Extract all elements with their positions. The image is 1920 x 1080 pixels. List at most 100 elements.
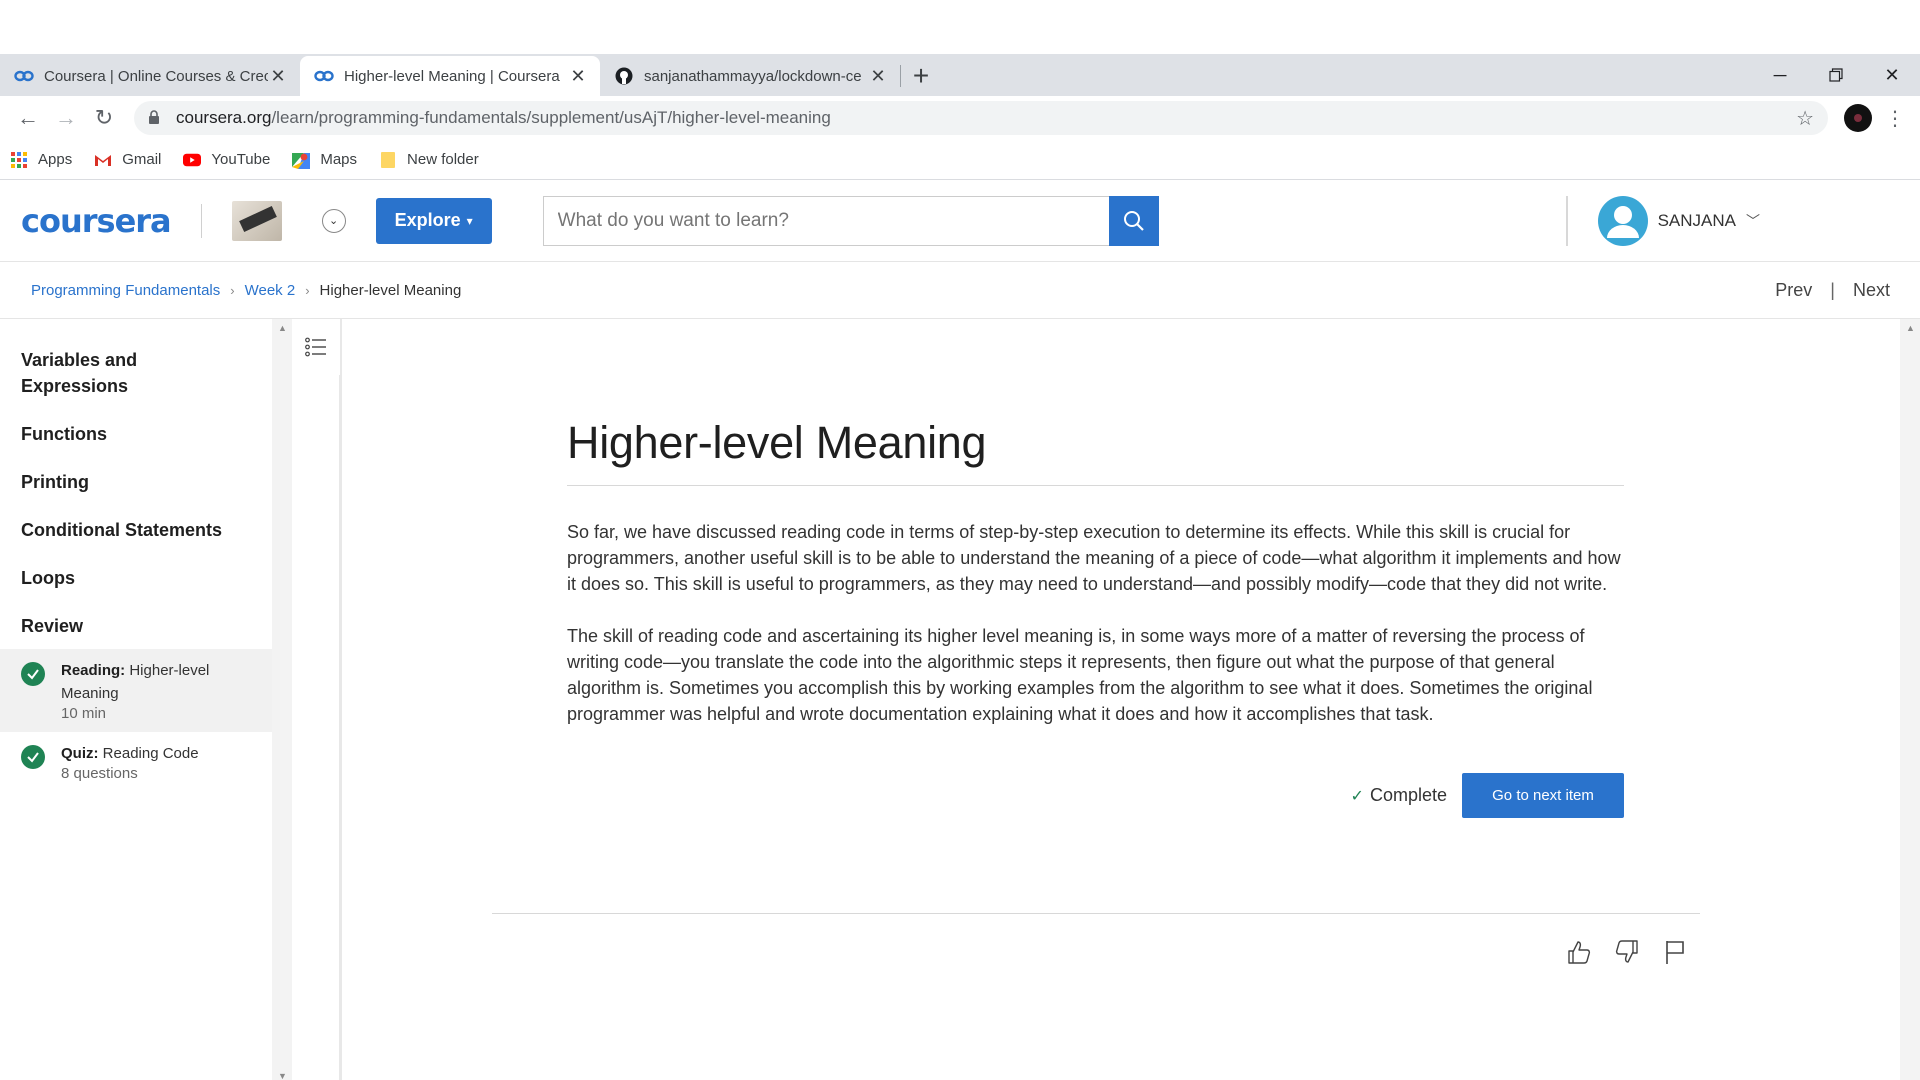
completed-check-icon <box>21 662 45 686</box>
github-icon <box>614 66 634 86</box>
sidebar-scrollbar[interactable]: ▲ ▼ <box>272 319 292 1080</box>
breadcrumb-current: Higher-level Meaning <box>319 281 462 299</box>
sidebar-module-loops[interactable]: Loops <box>0 561 272 595</box>
item-type: Reading: <box>61 662 126 679</box>
profile-avatar-icon[interactable] <box>1844 104 1872 132</box>
minimize-icon[interactable]: ─ <box>1752 54 1808 96</box>
bookmark-star-icon[interactable]: ☆ <box>1796 106 1814 131</box>
bookmark-maps[interactable]: Maps <box>292 151 357 169</box>
close-icon[interactable]: ✕ <box>568 66 588 86</box>
username: SANJANA <box>1657 211 1736 230</box>
browser-tab-higher-level-meaning[interactable]: Higher-level Meaning | Coursera ✕ <box>300 56 600 96</box>
close-icon[interactable]: ✕ <box>268 66 288 86</box>
sidebar-item-title: Reading: Higher-level Meaning <box>61 659 251 705</box>
sidebar-module-variables[interactable]: Variables and Expressions <box>0 343 160 403</box>
url-host: coursera.org <box>176 108 272 127</box>
tab-title: Coursera | Online Courses & Crec <box>44 67 268 85</box>
search-button[interactable] <box>1108 195 1159 246</box>
chevron-down-icon[interactable]: ⌄ <box>321 208 346 233</box>
bookmark-label: Gmail <box>122 151 162 168</box>
search-input[interactable] <box>542 195 1109 246</box>
window-top-margin <box>0 0 1920 54</box>
window-close-icon[interactable]: ✕ <box>1864 54 1920 96</box>
bookmark-apps[interactable]: Apps <box>10 151 72 169</box>
new-tab-button[interactable]: + <box>901 56 941 96</box>
next-link[interactable]: Next <box>1853 280 1890 301</box>
reading-actions: ✓ Complete Go to next item <box>567 773 1624 818</box>
course-thumbnail[interactable] <box>231 200 282 241</box>
flag-icon[interactable] <box>1660 937 1690 967</box>
go-to-next-item-button[interactable]: Go to next item <box>1462 773 1624 818</box>
complete-label: Complete <box>1369 785 1447 805</box>
forward-arrow-icon[interactable]: → <box>48 100 84 136</box>
item-meta: 10 min <box>61 705 107 722</box>
tab-title: sanjanathammayya/lockdown-ce <box>644 67 862 85</box>
bookmark-label: Apps <box>38 151 73 168</box>
sidebar-module-conditionals[interactable]: Conditional Statements <box>0 513 272 547</box>
browser-tab-coursera-home[interactable]: Coursera | Online Courses & Crec ✕ <box>0 56 300 96</box>
article: Higher-level Meaning So far, we have dis… <box>567 417 1624 818</box>
sidebar-module-functions[interactable]: Functions <box>0 417 272 451</box>
lock-icon <box>148 109 164 127</box>
sidebar-module-review[interactable]: Review <box>0 609 272 643</box>
article-paragraph: So far, we have discussed reading code i… <box>567 522 1621 594</box>
explore-label: Explore <box>394 210 461 230</box>
search-icon <box>1123 210 1144 231</box>
scroll-up-arrow-icon[interactable]: ▲ <box>1906 323 1915 333</box>
maps-icon <box>292 151 311 169</box>
page-scrollbar[interactable]: ▲ <box>1900 319 1920 1080</box>
browser-menu-icon[interactable]: ⋮ <box>1880 106 1910 131</box>
reading-content: Higher-level Meaning So far, we have dis… <box>342 319 1900 1080</box>
chevron-down-icon: ﹀ <box>1746 213 1760 229</box>
apps-grid-icon <box>10 151 28 169</box>
window-controls: ─ ✕ <box>1752 54 1920 96</box>
breadcrumb-week-link[interactable]: Week 2 <box>245 282 296 299</box>
coursera-logo[interactable]: coursera <box>21 202 172 240</box>
bookmark-label: Maps <box>320 151 358 168</box>
prev-next-separator: | <box>1830 279 1835 300</box>
restore-icon[interactable] <box>1808 54 1864 96</box>
bookmarks-bar: Apps Gmail YouTube Maps New folder <box>0 140 1920 180</box>
item-type: Quiz: <box>61 745 99 762</box>
url-text: coursera.org/learn/programming-fundament… <box>176 108 1796 128</box>
complete-status: ✓ Complete <box>1351 785 1447 806</box>
prev-link[interactable]: Prev <box>1775 280 1812 301</box>
user-avatar-icon <box>1597 196 1648 246</box>
user-divider <box>1565 196 1568 246</box>
explore-button[interactable]: Explore ▾ <box>375 197 492 244</box>
coursera-header: coursera ⌄ Explore ▾ SANJANA ﹀ <box>0 180 1920 262</box>
url-omnibox[interactable]: coursera.org/learn/programming-fundament… <box>134 101 1828 135</box>
sidebar-item-title: Quiz: Reading Code <box>61 742 199 765</box>
toc-column <box>292 319 342 1080</box>
close-icon[interactable]: ✕ <box>868 66 888 86</box>
sidebar-module-printing[interactable]: Printing <box>0 465 272 499</box>
back-arrow-icon[interactable]: ← <box>10 100 46 136</box>
scroll-up-arrow-icon[interactable]: ▲ <box>278 323 287 333</box>
chevron-right-icon: › <box>305 282 310 298</box>
table-of-contents-button[interactable] <box>292 319 340 375</box>
youtube-icon <box>183 151 202 169</box>
chevron-down-icon: ▾ <box>466 213 473 228</box>
main-area: Variables and Expressions Functions Prin… <box>0 319 1920 1080</box>
scroll-down-arrow-icon[interactable]: ▼ <box>278 1071 287 1080</box>
reload-icon[interactable]: ↻ <box>86 100 122 136</box>
folder-icon <box>379 151 397 169</box>
page-title: Higher-level Meaning <box>567 417 1624 486</box>
bookmark-gmail[interactable]: Gmail <box>94 151 161 169</box>
thumbs-up-icon[interactable] <box>1564 937 1594 967</box>
sidebar-item-reading[interactable]: Reading: Higher-level Meaning 10 min <box>0 649 272 732</box>
bookmark-new-folder[interactable]: New folder <box>379 151 479 169</box>
bookmark-label: YouTube <box>211 151 271 168</box>
checkmark-icon: ✓ <box>1350 787 1364 805</box>
browser-address-bar: ← → ↻ coursera.org/learn/programming-fun… <box>0 96 1920 140</box>
thumbs-down-icon[interactable] <box>1612 937 1642 967</box>
bookmark-label: New folder <box>407 151 479 168</box>
bookmark-youtube[interactable]: YouTube <box>183 151 270 169</box>
chevron-right-icon: › <box>230 282 235 298</box>
sidebar-item-quiz[interactable]: Quiz: Reading Code 8 questions <box>0 732 272 792</box>
tab-title: Higher-level Meaning | Coursera <box>344 67 560 85</box>
user-menu[interactable]: SANJANA ﹀ <box>1565 180 1760 262</box>
breadcrumb-course-link[interactable]: Programming Fundamentals <box>31 282 220 299</box>
prev-next-nav: Prev | Next <box>1775 280 1890 301</box>
browser-tab-github[interactable]: sanjanathammayya/lockdown-ce ✕ <box>600 56 900 96</box>
